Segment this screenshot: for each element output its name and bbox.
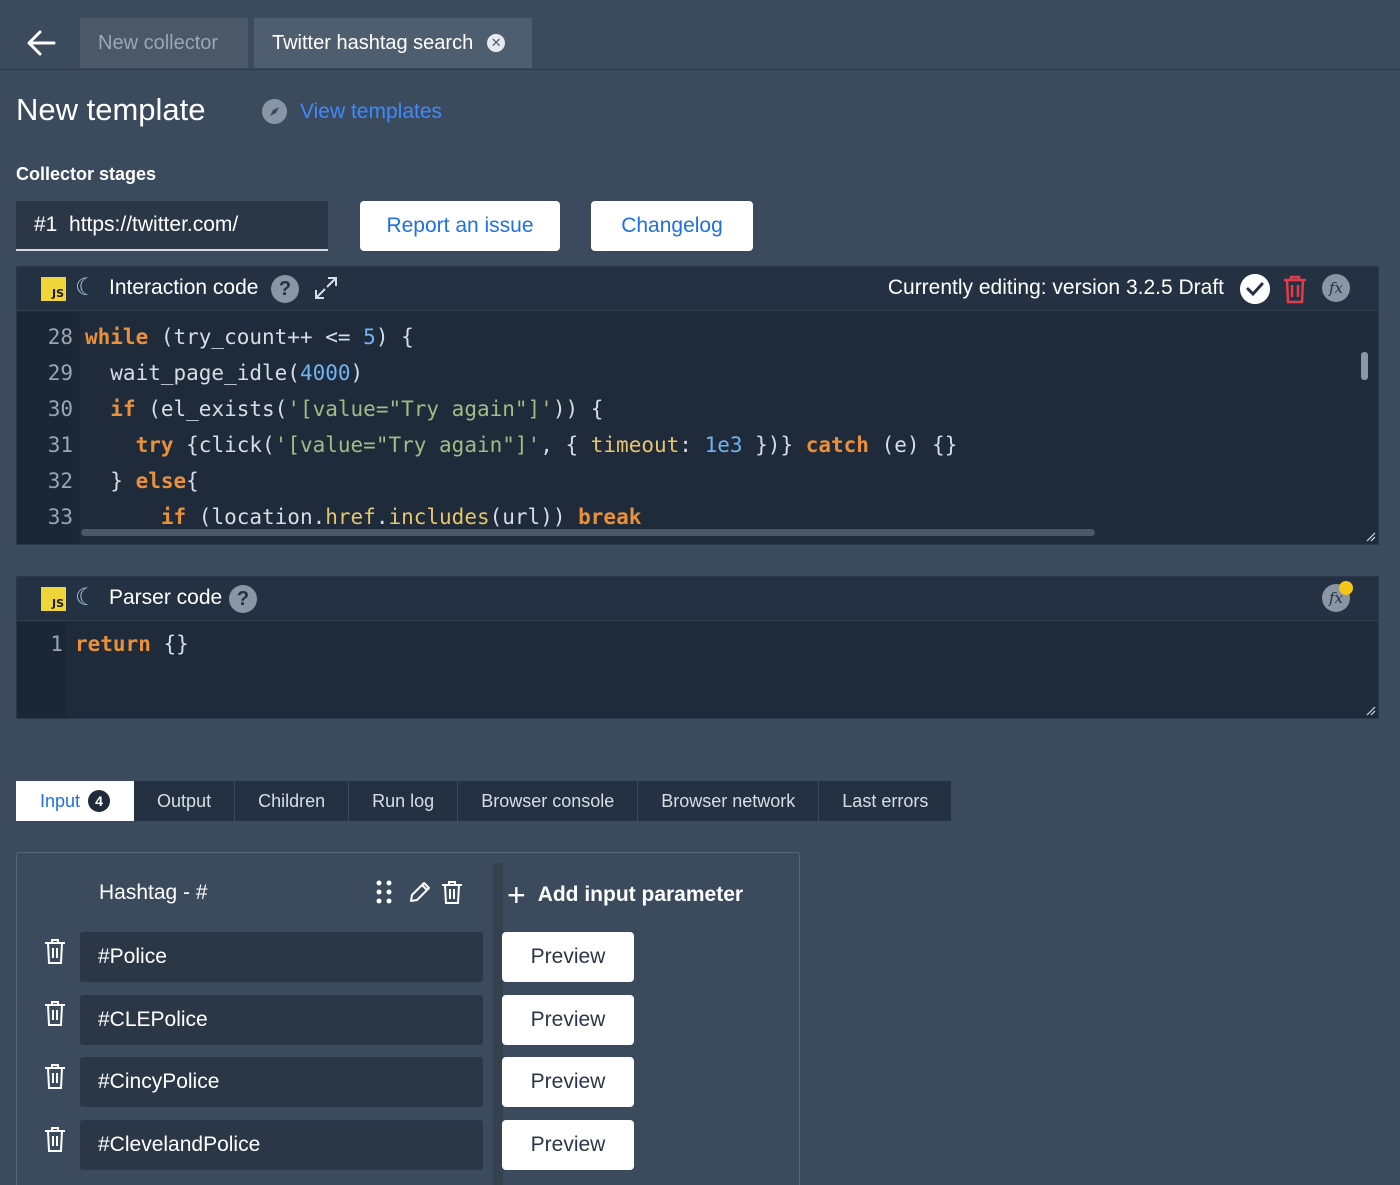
- code-line: 28 while (try_count++ <= 5) {: [17, 319, 414, 355]
- trash-icon[interactable]: [1282, 274, 1308, 304]
- code-line: 29 wait_page_idle(4000): [17, 355, 363, 391]
- check-icon[interactable]: [1240, 274, 1270, 304]
- js-icon: JS: [41, 587, 66, 611]
- preview-button[interactable]: Preview: [502, 1120, 634, 1170]
- preview-button[interactable]: Preview: [502, 932, 634, 982]
- line-number: 28: [47, 325, 73, 349]
- line-number: 1: [50, 632, 63, 656]
- code-text: } else{: [85, 469, 199, 493]
- bottom-tab-bar: Input 4 Output Children Run log Browser …: [16, 781, 952, 821]
- code-text: while (try_count++ <= 5) {: [85, 325, 414, 349]
- panel-title: Interaction code: [109, 276, 259, 299]
- preview-button[interactable]: Preview: [502, 995, 634, 1045]
- code-text: return {}: [75, 632, 189, 656]
- expand-icon[interactable]: [313, 275, 339, 301]
- plus-icon: +: [507, 877, 526, 913]
- function-icon[interactable]: fx: [1322, 581, 1353, 612]
- line-number: 31: [47, 433, 73, 457]
- tab-children[interactable]: Children: [235, 781, 350, 821]
- preview-button[interactable]: Preview: [502, 1057, 634, 1107]
- tab-input[interactable]: Input 4: [16, 781, 135, 821]
- report-issue-button[interactable]: Report an issue: [360, 201, 560, 251]
- help-icon[interactable]: ?: [271, 275, 299, 303]
- close-icon[interactable]: ✕: [487, 34, 506, 52]
- parser-code-panel: JS ☾ Parser code ? fx 1 return {}: [16, 576, 1379, 719]
- resize-handle-icon[interactable]: [1364, 530, 1376, 542]
- trash-icon[interactable]: [437, 877, 467, 907]
- interaction-code-panel: JS ☾ Interaction code ? Currently editin…: [16, 266, 1379, 545]
- line-number: 29: [47, 361, 73, 385]
- tab-output[interactable]: Output: [134, 781, 236, 821]
- input-value-cell[interactable]: #ClevelandPolice: [80, 1120, 483, 1170]
- function-icon[interactable]: fx: [1322, 274, 1350, 302]
- code-text: wait_page_idle(4000): [85, 361, 364, 385]
- tab-label: New collector: [98, 31, 219, 54]
- view-templates-link[interactable]: View templates: [300, 100, 442, 124]
- back-arrow-icon[interactable]: [24, 26, 58, 60]
- interaction-code-editor[interactable]: 28 while (try_count++ <= 5) { 29 wait_pag…: [17, 312, 1378, 544]
- trash-icon[interactable]: [43, 937, 67, 965]
- drag-handle-icon[interactable]: [369, 877, 399, 907]
- resize-handle-icon[interactable]: [1364, 704, 1376, 716]
- tab-twitter-hashtag-search[interactable]: Twitter hashtag search ✕: [254, 18, 532, 68]
- js-icon: JS: [41, 277, 66, 301]
- input-value-cell[interactable]: #Police: [80, 932, 483, 982]
- add-input-parameter-button[interactable]: + Add input parameter: [507, 879, 743, 911]
- collector-stages-label: Collector stages: [16, 164, 157, 184]
- tab-label: Input: [40, 790, 81, 811]
- horizontal-scrollbar[interactable]: [81, 529, 1095, 536]
- line-number: 30: [47, 397, 73, 421]
- code-line: 30 if (el_exists('[value="Try again"]'))…: [17, 391, 604, 427]
- trash-icon[interactable]: [43, 1062, 67, 1090]
- trash-icon[interactable]: [43, 999, 67, 1027]
- stage-selector[interactable]: #1 https://twitter.com/: [16, 201, 328, 251]
- changelog-button[interactable]: Changelog: [591, 201, 753, 251]
- pencil-icon[interactable]: [405, 877, 435, 907]
- code-line: 1 return {}: [17, 626, 189, 662]
- trash-icon[interactable]: [43, 1125, 67, 1153]
- tab-last-errors[interactable]: Last errors: [819, 781, 951, 821]
- page-title: New template: [16, 92, 206, 127]
- status-dot: [1339, 581, 1353, 595]
- count-badge: 4: [88, 790, 111, 812]
- compass-icon: [262, 99, 287, 124]
- help-icon[interactable]: ?: [229, 585, 257, 613]
- code-line: 31 try {click('[value="Try again"]', { t…: [17, 427, 958, 463]
- panel-title: Parser code: [109, 586, 223, 609]
- input-value-cell[interactable]: #CLEPolice: [80, 995, 483, 1045]
- code-line: 32 } else{: [17, 463, 199, 499]
- code-text: try {click('[value="Try again"]', { time…: [135, 433, 958, 457]
- code-text: if (el_exists('[value="Try again"]')) {: [110, 397, 604, 421]
- line-number: 32: [47, 469, 73, 493]
- input-value: #ClevelandPolice: [98, 1133, 261, 1156]
- tab-label: Twitter hashtag search: [272, 31, 474, 54]
- add-param-label: Add input parameter: [537, 883, 744, 906]
- tab-new-collector[interactable]: New collector: [80, 18, 248, 68]
- input-value: #CLEPolice: [98, 1008, 208, 1031]
- editing-version-label: Currently editing: version 3.2.5 Draft: [887, 276, 1224, 299]
- moon-icon: ☾: [75, 584, 97, 611]
- input-value: #CincyPolice: [98, 1070, 220, 1093]
- line-number: 33: [47, 505, 73, 529]
- stage-selector-value: #1 https://twitter.com/: [34, 213, 239, 236]
- tab-run-log[interactable]: Run log: [349, 781, 459, 821]
- parser-code-editor[interactable]: 1 return {}: [17, 622, 1378, 718]
- moon-icon: ☾: [75, 274, 97, 301]
- tab-browser-console[interactable]: Browser console: [458, 781, 639, 821]
- vertical-scrollbar[interactable]: [1361, 352, 1368, 380]
- tab-browser-network[interactable]: Browser network: [638, 781, 820, 821]
- input-parameters-table: Hashtag - # + Add input parameter #Polic…: [16, 852, 800, 1185]
- column-header: Hashtag - #: [99, 881, 208, 904]
- input-value: #Police: [98, 945, 167, 968]
- parser-code-header: JS ☾ Parser code ? fx: [17, 577, 1378, 621]
- input-value-cell[interactable]: #CincyPolice: [80, 1057, 483, 1107]
- interaction-code-header: JS ☾ Interaction code ? Currently editin…: [17, 267, 1378, 311]
